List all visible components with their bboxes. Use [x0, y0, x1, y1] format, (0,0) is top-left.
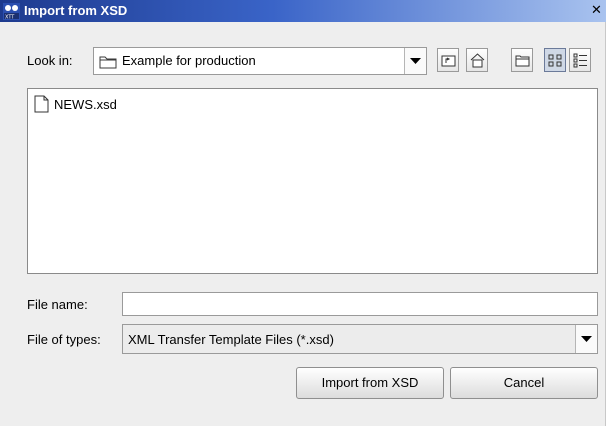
svg-text:XTT: XTT: [5, 15, 15, 21]
app-icon: XTT: [3, 3, 20, 20]
details-view-button[interactable]: [569, 48, 591, 72]
details-view-icon: [573, 53, 587, 68]
import-dialog: XTT Import from XSD ✕ Look in: Example f…: [0, 0, 606, 426]
file-name-field[interactable]: [122, 292, 598, 316]
look-in-combo[interactable]: Example for production: [93, 47, 427, 75]
up-one-level-icon: [441, 55, 456, 67]
file-name-label: File name:: [27, 297, 88, 312]
file-icon: [34, 95, 49, 113]
cancel-button[interactable]: Cancel: [450, 367, 598, 399]
window-title: Import from XSD: [24, 3, 128, 18]
import-button[interactable]: Import from XSD: [296, 367, 444, 399]
close-button[interactable]: ✕: [589, 3, 604, 18]
file-types-value: XML Transfer Template Files (*.xsd): [128, 332, 334, 347]
list-view-button[interactable]: [544, 48, 566, 72]
home-button[interactable]: [466, 48, 488, 72]
chevron-down-icon: [581, 336, 592, 342]
look-in-dropdown-arrow[interactable]: [404, 48, 426, 74]
look-in-label: Look in:: [27, 53, 73, 68]
folder-icon: [99, 56, 117, 69]
file-types-combo[interactable]: XML Transfer Template Files (*.xsd): [122, 324, 598, 354]
close-icon: ✕: [591, 2, 602, 17]
list-view-icon: [548, 54, 562, 67]
file-types-label: File of types:: [27, 332, 101, 347]
file-name-text: NEWS.xsd: [54, 97, 117, 112]
new-folder-icon: [515, 55, 530, 67]
chevron-down-icon: [410, 58, 421, 64]
new-folder-button[interactable]: [511, 48, 533, 72]
file-types-dropdown-arrow[interactable]: [575, 325, 597, 353]
home-icon: [470, 53, 485, 68]
look-in-value: Example for production: [122, 53, 256, 68]
file-list[interactable]: NEWS.xsd: [27, 88, 598, 274]
up-one-level-button[interactable]: [437, 48, 459, 72]
title-bar: XTT Import from XSD ✕: [0, 0, 606, 22]
